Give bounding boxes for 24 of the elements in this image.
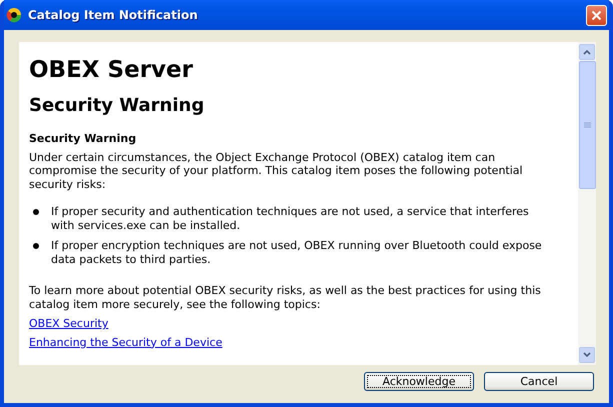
scroll-down-button[interactable] <box>579 347 595 363</box>
topic-link[interactable]: OBEX Security <box>29 317 108 330</box>
dialog-button[interactable]: Acknowledge <box>364 372 474 391</box>
outro-paragraph: To learn more about potential OBEX security risks, as well as the best practices for using this catalog item more securely, see the following topics: <box>29 284 542 311</box>
window-title: Catalog Item Notification <box>28 8 199 22</box>
document-subtitle: Security Warning <box>29 94 206 118</box>
close-icon <box>591 10 602 20</box>
scroll-up-button[interactable] <box>579 44 595 60</box>
document-title: OBEX Server <box>29 56 194 84</box>
scrollbar[interactable] <box>578 42 596 365</box>
bullet-icon <box>33 243 39 249</box>
app-icon <box>6 7 22 23</box>
dialog-button[interactable]: Cancel <box>484 372 594 391</box>
chevron-down-icon <box>583 352 591 358</box>
scroll-thumb[interactable] <box>578 61 596 189</box>
topic-link[interactable]: Enhancing the Security of a Device <box>29 336 222 349</box>
bullet-text: If proper security and authentication techniques are not used, a service that interferes with services.exe can be installed. <box>51 205 530 232</box>
close-button[interactable] <box>586 4 607 26</box>
bullet-text: If proper encryption techniques are not used, OBEX running over Bluetooth could expose data packets to third parties. <box>51 239 543 266</box>
chevron-up-icon <box>583 49 591 55</box>
bullet-icon <box>33 209 39 215</box>
intro-paragraph: Under certain circumstances, the Object Exchange Protocol (OBEX) catalog item can compromise the security of your platform. This catalog item poses the following potential security risks: <box>29 150 524 191</box>
grip-icon <box>584 122 590 128</box>
section-heading: Security Warning <box>29 132 138 146</box>
